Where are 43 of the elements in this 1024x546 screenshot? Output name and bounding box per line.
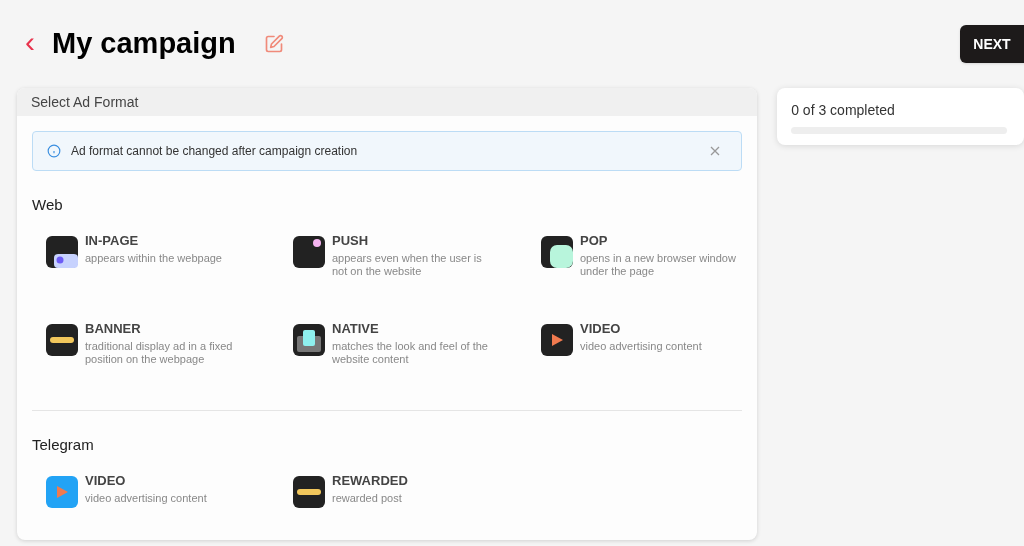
info-icon: [47, 144, 61, 158]
play-icon: [541, 324, 573, 356]
progress-label: 0 of 3 completed: [791, 101, 896, 120]
ad-format-option[interactable]: PUSH appears even when the user is not on the website: [293, 232, 541, 320]
format-name: VIDEO: [580, 320, 622, 338]
format-description: appears within the webpage: [85, 252, 222, 265]
format-description: rewarded post: [332, 492, 403, 505]
format-name: VIDEO: [85, 472, 127, 490]
ad-format-option[interactable]: VIDEO video advertising content: [46, 472, 293, 540]
ad-format-option[interactable]: NATIVE matches the look and feel of the website content: [293, 320, 541, 408]
format-name: BANNER: [85, 320, 142, 338]
pop-format-icon: [541, 236, 573, 268]
ad-format-option[interactable]: REWARDED rewarded post: [293, 472, 541, 540]
in-page-format-icon: [46, 236, 78, 268]
ad-format-option[interactable]: BANNER traditional display ad in a fixed position on the webpage: [46, 320, 293, 408]
format-description: appears even when the user is not on the website: [332, 252, 483, 278]
format-name: POP: [580, 232, 609, 250]
section-title: Telegram: [32, 435, 95, 455]
back-button[interactable]: ‹: [22, 27, 38, 61]
ad-format-option[interactable]: IN-PAGE appears within the webpage: [46, 232, 293, 320]
native-format-icon: [293, 324, 325, 356]
page-title: My campaign: [52, 26, 236, 62]
card-title: Select Ad Format: [31, 92, 139, 112]
banner-format-icon: [46, 324, 78, 356]
format-description: matches the look and feel of the website content: [332, 340, 489, 366]
push-format-icon: [293, 236, 325, 268]
play-icon: [46, 476, 78, 508]
section-title: Web: [32, 195, 64, 215]
notice-text: Ad format cannot be changed after campaign creation: [71, 143, 358, 160]
close-icon[interactable]: [709, 145, 722, 157]
format-name: NATIVE: [332, 320, 380, 338]
format-name: IN-PAGE: [85, 232, 140, 250]
format-name: PUSH: [332, 232, 370, 250]
format-description: video advertising content: [580, 340, 702, 353]
ad-format-option[interactable]: POP opens in a new browser window under the page: [541, 232, 758, 320]
banner-format-icon: [293, 476, 325, 508]
next-button[interactable]: NEXT: [960, 25, 1024, 63]
edit-icon[interactable]: [263, 34, 284, 54]
format-description: traditional display ad in a fixed position on the webpage: [85, 340, 234, 366]
format-description: video advertising content: [85, 492, 207, 505]
format-name: REWARDED: [332, 472, 408, 490]
format-description: opens in a new browser window under the page: [580, 252, 737, 278]
ad-format-option[interactable]: VIDEO video advertising content: [541, 320, 758, 408]
